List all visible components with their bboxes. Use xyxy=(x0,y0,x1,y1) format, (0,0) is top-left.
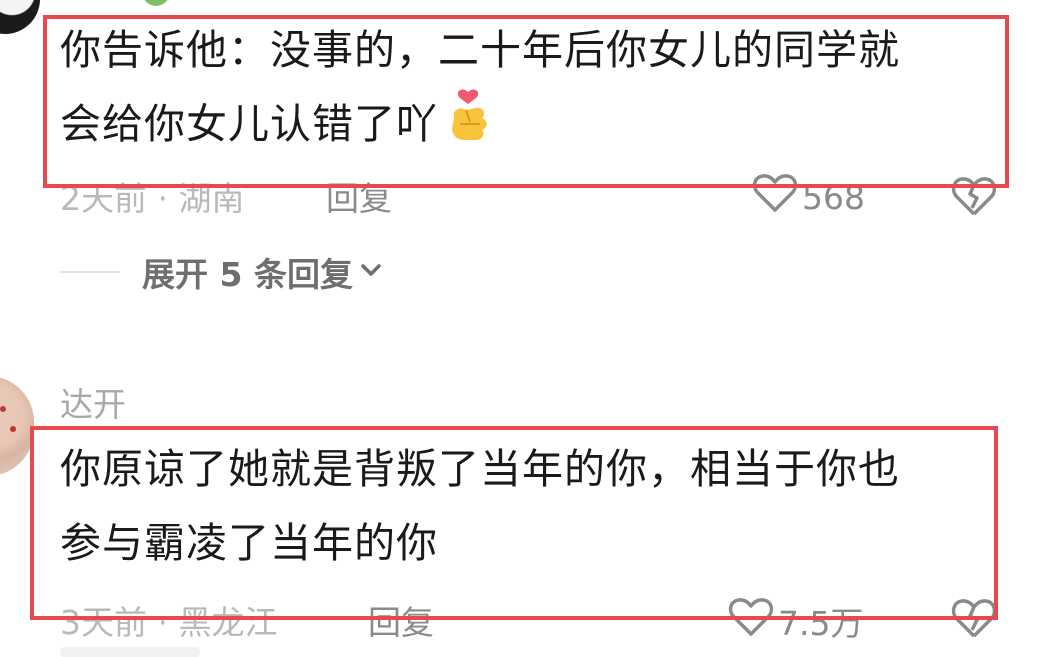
comment-username[interactable]: 达开 xyxy=(60,378,126,426)
avatar[interactable] xyxy=(0,0,40,34)
comment-time-location: 3天前 · 黑龙江 xyxy=(60,603,278,642)
reply-button[interactable]: 回复 xyxy=(326,172,392,220)
comment-text: 你原谅了她就是背叛了当年的你，相当于你也 参与霸凌了当年的你 xyxy=(60,445,900,567)
comment-time-location: 2天前 · 湖南 xyxy=(60,179,245,218)
avatar-detail xyxy=(0,406,6,412)
dislike-button[interactable] xyxy=(950,174,998,222)
avatar-detail xyxy=(10,426,16,432)
avatar-decoration xyxy=(142,0,170,6)
like-count: 7.5万 xyxy=(778,604,864,643)
avatar[interactable] xyxy=(0,376,34,476)
like-count: 568 xyxy=(802,177,865,217)
dislike-button[interactable] xyxy=(950,596,998,644)
divider xyxy=(60,271,120,273)
finger-heart-icon xyxy=(446,88,490,167)
next-comment-placeholder xyxy=(60,647,200,657)
expand-replies-button[interactable]: 展开 5 条回复 xyxy=(60,248,383,296)
broken-heart-icon xyxy=(950,599,998,644)
like-button[interactable]: 568 xyxy=(752,172,865,222)
expand-replies-label: 展开 5 条回复 xyxy=(142,255,353,294)
heart-icon xyxy=(752,172,802,222)
comment-text: 你告诉他：没事的，二十年后你女儿的同学就 会给你女儿认错了吖 xyxy=(60,13,990,167)
like-button[interactable]: 7.5万 xyxy=(728,596,863,646)
heart-icon xyxy=(728,596,778,646)
chevron-down-icon xyxy=(359,260,383,284)
reply-button[interactable]: 回复 xyxy=(368,596,434,644)
broken-heart-icon xyxy=(950,177,998,222)
